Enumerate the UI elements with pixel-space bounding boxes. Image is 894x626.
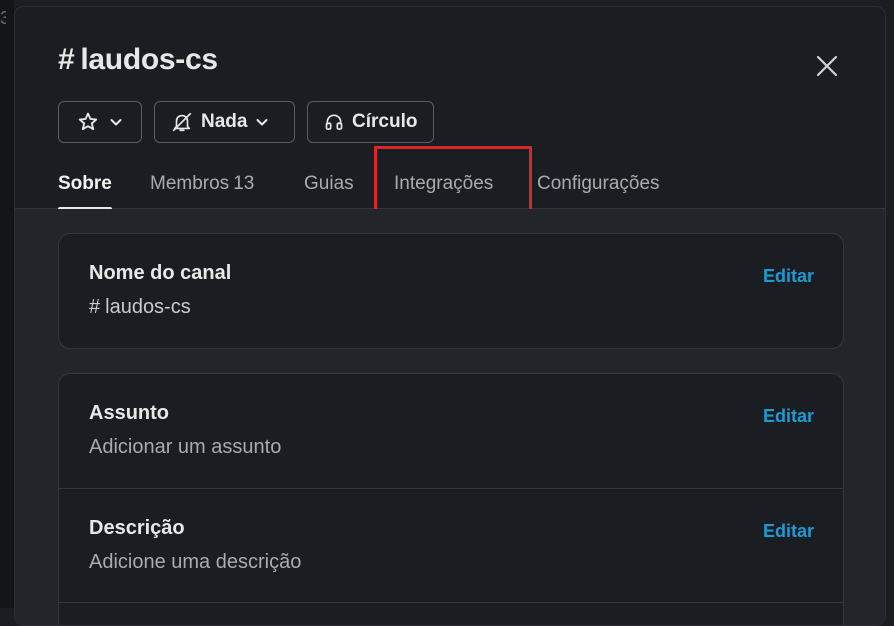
channel-title: # laudos-cs	[58, 43, 218, 77]
channel-name-row: Nome do canal # laudos-cs Editar	[59, 234, 843, 348]
header-button-row: Nada Círculo	[58, 101, 434, 143]
description-label: Descrição	[89, 517, 185, 539]
topic-description-card: Assunto Adicionar um assunto Editar Desc…	[58, 373, 844, 625]
star-channel-button[interactable]	[58, 101, 142, 143]
tab-sobre[interactable]: Sobre	[58, 173, 112, 210]
close-icon	[816, 55, 838, 77]
divider	[59, 602, 843, 603]
huddle-button[interactable]: Círculo	[307, 101, 434, 143]
channel-name: laudos-cs	[80, 43, 218, 76]
topic-placeholder: Adicionar um assunto	[89, 436, 282, 458]
members-count: 13	[233, 173, 255, 194]
channel-name-label: Nome do canal	[89, 262, 232, 284]
tab-bar: Sobre Membros 13 Guias Integrações Config…	[15, 171, 885, 210]
tab-label: Configurações	[537, 173, 660, 194]
notifications-label: Nada	[201, 111, 248, 132]
edit-channel-name-link[interactable]: Editar	[763, 266, 814, 287]
tab-integracoes[interactable]: Integrações	[394, 173, 493, 209]
tab-guias[interactable]: Guias	[304, 173, 354, 209]
tab-membros[interactable]: Membros 13	[150, 173, 254, 209]
chevron-down-icon	[109, 115, 123, 129]
close-button[interactable]	[810, 49, 844, 83]
tab-label: Guias	[304, 173, 354, 194]
backdrop-glyph: 3	[0, 8, 6, 28]
tab-label: Sobre	[58, 173, 112, 194]
channel-name-value: # laudos-cs	[89, 296, 191, 319]
description-placeholder: Adicione uma descrição	[89, 551, 302, 573]
topic-row: Assunto Adicionar um assunto Editar	[59, 374, 843, 488]
edit-description-link[interactable]: Editar	[763, 521, 814, 542]
channel-name-hash: #	[89, 296, 101, 318]
headphones-icon	[324, 112, 344, 132]
backdrop-sidebar: 3	[0, 0, 14, 608]
channel-details-modal: # laudos-cs Nada Círculo Sobre Membros 1…	[14, 6, 886, 626]
about-panel: Nome do canal # laudos-cs Editar Assunto …	[15, 209, 885, 625]
huddle-label: Círculo	[352, 111, 418, 132]
star-icon	[77, 111, 99, 133]
bell-off-icon	[171, 111, 193, 133]
tab-label: Integrações	[394, 173, 494, 194]
topic-label: Assunto	[89, 402, 169, 424]
tab-label: Membros	[150, 173, 230, 194]
channel-hash: #	[58, 43, 75, 76]
description-row: Descrição Adicione uma descrição Editar	[59, 489, 843, 603]
edit-topic-link[interactable]: Editar	[763, 406, 814, 427]
channel-name-card: Nome do canal # laudos-cs Editar	[58, 233, 844, 349]
chevron-down-icon	[255, 115, 269, 129]
channel-name-text: laudos-cs	[105, 296, 191, 318]
modal-header: # laudos-cs Nada Círculo Sobre Membros 1…	[15, 7, 885, 215]
tab-configuracoes[interactable]: Configurações	[537, 173, 660, 209]
notifications-button[interactable]: Nada	[154, 101, 295, 143]
